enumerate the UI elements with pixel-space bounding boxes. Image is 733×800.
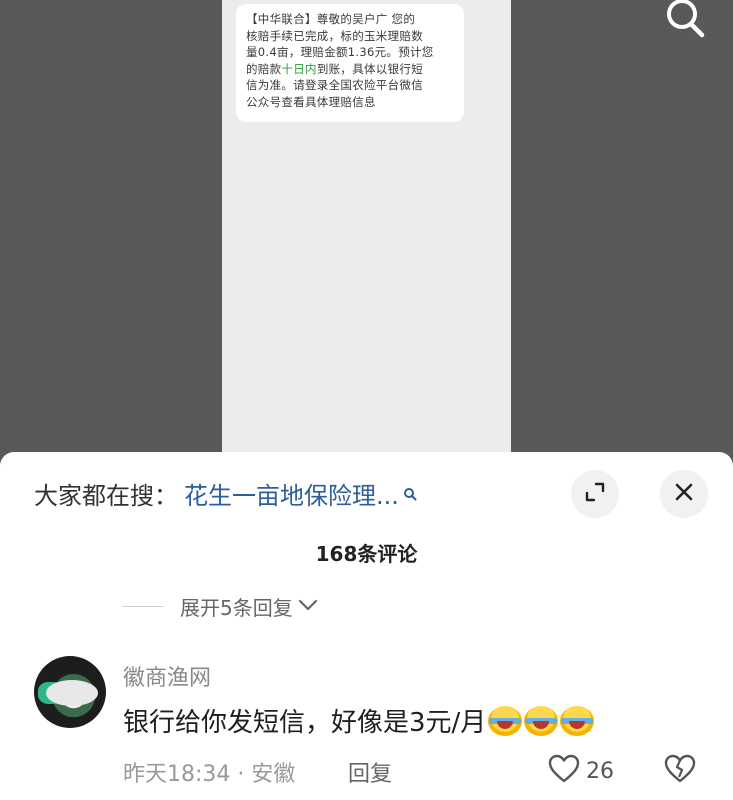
like-count: 26 [586,758,614,784]
comment-meta: 昨天18:34 · 安徽 [123,756,295,788]
sms-message: 【中华联合】尊敬的吴户广 您的 核赔手续已完成，标的玉米理赔数 量0.4亩，理赔… [236,4,464,122]
dislike-button[interactable] [664,754,696,788]
avatar[interactable] [34,656,106,728]
sms-line: 的赔款十日内到账，具体以银行短 [246,61,454,78]
suggested-search[interactable]: 大家都在搜： 花生一亩地保险理... [34,476,417,510]
laugh-cry-emoji [560,705,595,736]
sms-line: 【中华联合】尊敬的吴户广 您的 [246,12,416,26]
expand-replies-label: 展开5条回复 [180,596,293,620]
comment-body: 银行给你发短信，好像是3元/月 [123,702,595,739]
search-term-link[interactable]: 花生一亩地保险理... [184,476,399,511]
expand-button[interactable] [571,470,619,518]
close-button[interactable] [660,470,708,518]
sms-line: 量0.4亩，理赔金额1.36元。预计您 [246,45,434,59]
sms-text: 到账，具体以银行短 [316,61,424,76]
heart-icon [548,754,580,788]
expand-icon [583,480,607,508]
broken-heart-icon [664,754,696,788]
comment-username[interactable]: 徽商渔网 [123,660,211,692]
avatar-decoration [46,680,98,706]
expand-replies-button[interactable]: 展开5条回复 [122,592,319,621]
divider [122,606,164,607]
search-icon [403,486,417,501]
search-icon[interactable] [660,0,710,42]
sms-highlight: 十日内 [281,61,317,76]
reply-button[interactable]: 回复 [348,756,392,788]
sms-line: 公众号查看具体理赔信息 [246,94,376,109]
sms-line: 信为准。请登录全国农险平台微信 [246,78,423,92]
close-icon [673,481,695,507]
sms-text: 的赔款 [246,61,282,76]
comment-sheet: 大家都在搜： 花生一亩地保险理... 168条评论 展开5条回复 徽商渔网 银行… [0,452,733,800]
laugh-cry-emoji [488,705,523,736]
sms-line: 核赔手续已完成，标的玉米理赔数 [246,28,423,43]
like-button[interactable]: 26 [548,754,614,788]
comment-count: 168条评论 [315,542,418,566]
comment-time-location: 昨天18:34 · 安徽 [123,762,296,787]
chevron-down-icon [297,597,319,616]
comment-text: 银行给你发短信，好像是3元/月 [123,708,487,738]
laugh-cry-emoji [524,705,559,736]
search-prefix-label: 大家都在搜： [34,481,178,510]
